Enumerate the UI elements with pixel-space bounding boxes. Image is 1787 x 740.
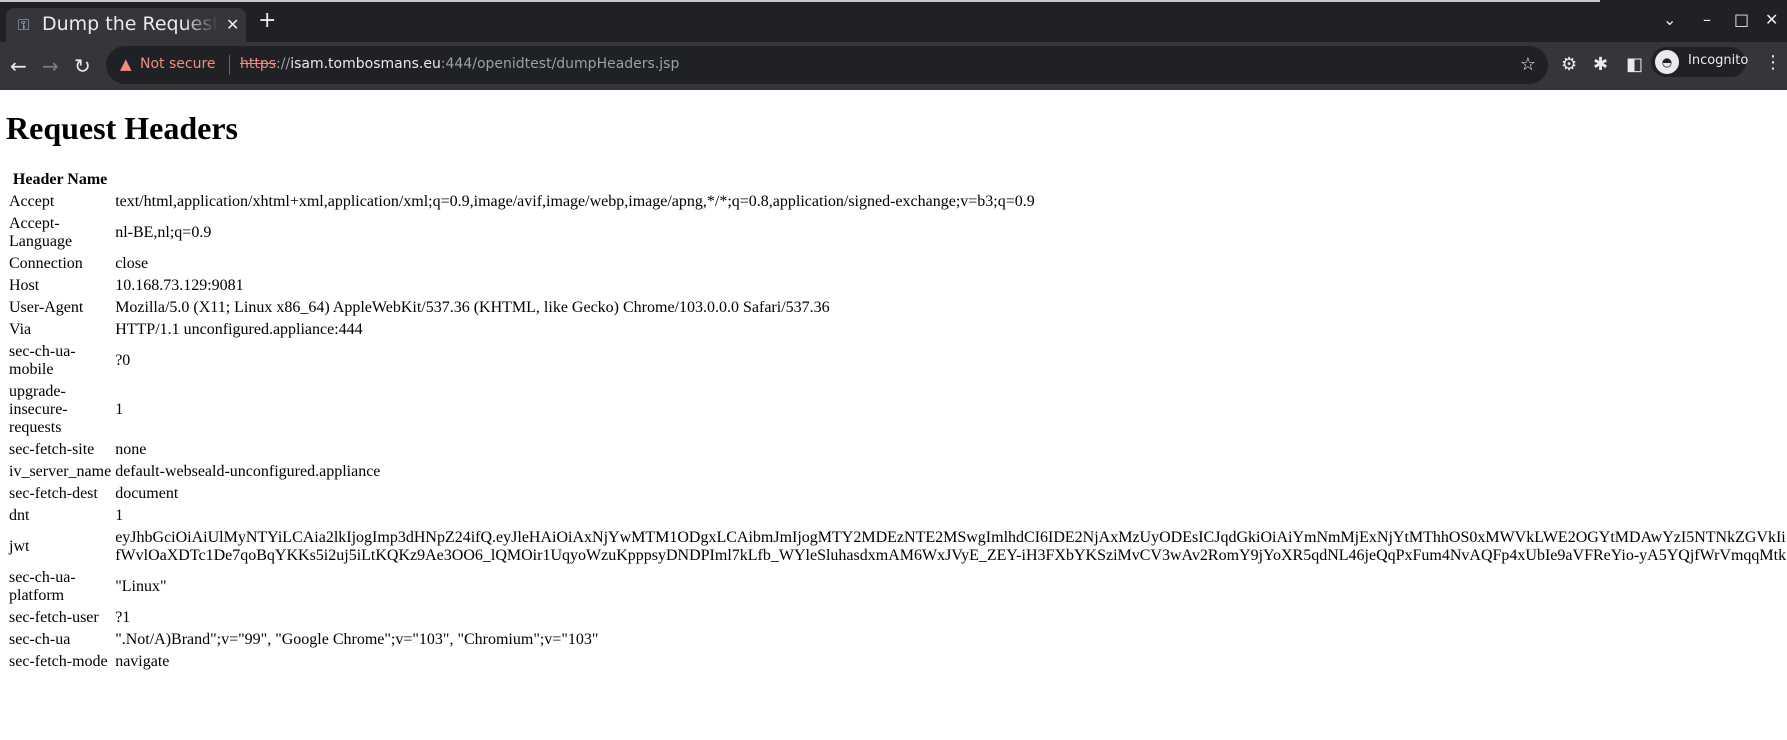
url-scheme: https	[240, 56, 277, 72]
table-row: jwt eyJhbGciOiAiUlMyNTYiLCAia2lkIjogImp3d…	[8, 528, 1787, 566]
header-value-cell: navigate	[115, 653, 170, 670]
toolbar: ← → ↻ ▲ Not secure https://isam.tombosma…	[0, 42, 1787, 90]
header-name-cell: sec-ch-ua-mobile	[9, 343, 76, 378]
url-path: :444/openidtest/dumpHeaders.jsp	[440, 56, 680, 72]
jwt-line-2: fWvlOaXDTc1De7qoBqYKKs5i2uj5iLtKQKz9Ae3O…	[115, 547, 1787, 564]
table-row: sec-fetch-dest document	[8, 484, 1787, 504]
table-row: iv_server_name default-webseald-unconfigu…	[8, 462, 1787, 482]
header-name-cell: Accept-Language	[9, 215, 73, 250]
table-row: dnt 1	[8, 506, 1787, 526]
table-row: User-Agent Mozilla/5.0 (X11; Linux x86_64…	[8, 298, 1787, 318]
header-name-cell: upgrade-insecure-requests	[9, 383, 68, 436]
back-button[interactable]: ←	[10, 54, 27, 78]
headers-table: Header Name Accept text/html,application/…	[6, 168, 1787, 674]
jwt-line-1: eyJhbGciOiAiUlMyNTYiLCAia2lkIjogImp3dHNp…	[115, 529, 1786, 546]
table-row: sec-fetch-site none	[8, 440, 1787, 460]
close-tab-icon[interactable]: ✕	[226, 15, 239, 34]
column-header-name: Header Name	[12, 171, 108, 188]
table-row: Connection close	[8, 254, 1787, 274]
reload-button[interactable]: ↻	[74, 54, 91, 78]
header-name-cell: jwt	[9, 538, 30, 555]
minimize-button[interactable]: –	[1703, 10, 1711, 29]
table-row: sec-fetch-mode navigate	[8, 652, 1787, 672]
header-name-cell: Accept	[9, 193, 55, 210]
incognito-label: Incognito	[1688, 53, 1749, 68]
security-label[interactable]: Not secure	[140, 56, 216, 72]
more-menu-icon[interactable]: ⋮	[1764, 52, 1782, 73]
header-value-cell: ?0	[115, 352, 131, 369]
table-row: Host 10.168.73.129:9081	[8, 276, 1787, 296]
header-name-cell: dnt	[9, 507, 30, 524]
header-value-cell: close	[115, 255, 149, 272]
header-name-cell: sec-fetch-user	[9, 609, 99, 626]
table-header-row: Header Name	[8, 170, 1787, 190]
header-value-cell: eyJhbGciOiAiUlMyNTYiLCAia2lkIjogImp3dHNp…	[114, 528, 1787, 566]
header-name-cell: Connection	[9, 255, 83, 272]
header-name-cell: Host	[9, 277, 40, 294]
header-name-cell: sec-ch-ua	[9, 631, 71, 648]
close-window-button[interactable]: ✕	[1765, 10, 1778, 29]
header-value-cell: Mozilla/5.0 (X11; Linux x86_64) AppleWeb…	[115, 299, 830, 316]
header-name-cell: Via	[9, 321, 32, 338]
table-row: Via HTTP/1.1 unconfigured.appliance:444	[8, 320, 1787, 340]
header-value-cell: none	[115, 441, 147, 458]
header-value-cell: nl-BE,nl;q=0.9	[115, 224, 212, 241]
forward-button[interactable]: →	[42, 54, 59, 78]
bookmark-star-icon[interactable]: ☆	[1520, 54, 1536, 75]
incognito-icon: ◓	[1655, 50, 1679, 74]
address-bar[interactable]: ▲ Not secure https://isam.tombosmans.eu:…	[106, 46, 1548, 84]
tab-active[interactable]: ⚿ Dump the Request Headers ✕	[6, 8, 246, 42]
header-value-cell: 1	[115, 507, 124, 524]
side-panel-icon[interactable]: ◧	[1626, 54, 1643, 75]
url-text[interactable]: https://isam.tombosmans.eu:444/openidtes…	[240, 56, 679, 72]
header-value-cell: 10.168.73.129:9081	[115, 277, 244, 294]
header-value-cell: HTTP/1.1 unconfigured.appliance:444	[115, 321, 363, 338]
header-value-cell: default-webseald-unconfigured.appliance	[115, 463, 381, 480]
header-name-cell: sec-fetch-site	[9, 441, 95, 458]
header-value-cell: text/html,application/xhtml+xml,applicat…	[115, 193, 1035, 210]
maximize-button[interactable]: □	[1734, 10, 1749, 29]
table-row: sec-ch-ua-platform "Linux"	[8, 568, 1787, 606]
new-tab-button[interactable]: +	[258, 8, 276, 33]
header-name-cell: sec-fetch-dest	[9, 485, 98, 502]
header-value-cell: ".Not/A)Brand";v="99", "Google Chrome";v…	[115, 631, 599, 648]
header-name-cell: sec-fetch-mode	[9, 653, 108, 670]
header-name-cell: User-Agent	[9, 299, 84, 316]
header-name-cell: iv_server_name	[9, 463, 112, 480]
title-bar-edge	[0, 0, 1600, 2]
url-host: isam.tombosmans.eu	[290, 56, 441, 72]
header-name-cell: sec-ch-ua-platform	[9, 569, 76, 604]
browser-chrome: ⚿ Dump the Request Headers ✕ + ⌄ – □ ✕ ←…	[0, 0, 1787, 90]
header-value-cell: 1	[115, 401, 124, 418]
table-row: Accept text/html,application/xhtml+xml,ap…	[8, 192, 1787, 212]
warning-icon[interactable]: ▲	[120, 55, 132, 73]
url-separator: ://	[276, 56, 291, 72]
header-value-cell: document	[115, 485, 179, 502]
page-title: Request Headers	[6, 110, 238, 146]
tab-title: Dump the Request Headers	[42, 13, 218, 35]
header-value-cell: "Linux"	[115, 578, 167, 595]
table-row: sec-fetch-user ?1	[8, 608, 1787, 628]
table-row: upgrade-insecure-requests 1	[8, 382, 1787, 438]
column-header-value	[114, 170, 1787, 190]
table-row: sec-ch-ua ".Not/A)Brand";v="99", "Google …	[8, 630, 1787, 650]
extension-gear-icon[interactable]: ⚙	[1561, 54, 1577, 75]
divider	[229, 55, 230, 75]
extensions-puzzle-icon[interactable]: ✱	[1593, 54, 1608, 75]
table-row: sec-ch-ua-mobile ?0	[8, 342, 1787, 380]
header-value-cell: ?1	[115, 609, 131, 626]
tab-search-icon[interactable]: ⌄	[1663, 10, 1676, 29]
incognito-badge[interactable]: ◓ Incognito	[1651, 47, 1749, 77]
key-icon: ⚿	[18, 16, 30, 34]
table-row: Accept-Language nl-BE,nl;q=0.9	[8, 214, 1787, 252]
